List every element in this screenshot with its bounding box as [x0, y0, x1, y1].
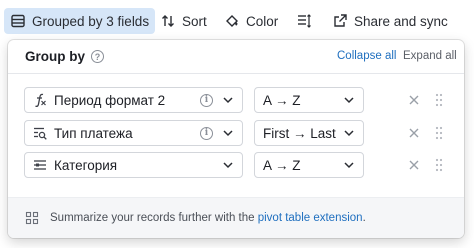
panel-title: Group by ?	[25, 49, 104, 64]
group-field-select[interactable]: Период формат 2 i	[24, 87, 243, 113]
drag-handle-icon[interactable]	[434, 92, 444, 108]
drag-handle-icon[interactable]	[434, 125, 444, 141]
single-select-icon	[32, 157, 48, 173]
pivot-hint-text: Summarize your records further with the …	[50, 212, 366, 224]
divider	[8, 73, 464, 74]
group-row: Тип платежа i First → Last	[8, 120, 464, 146]
sort-button-label: Sort	[182, 13, 207, 29]
row-height-button[interactable]	[296, 8, 318, 34]
pivot-hint-prefix: Summarize your records further with the	[50, 212, 258, 224]
sort-order-select[interactable]: A → Z	[254, 87, 364, 113]
panel-title-text: Group by	[25, 49, 85, 64]
share-icon	[332, 13, 348, 29]
group-button-label: Grouped by 3 fields	[32, 13, 150, 29]
pivot-hint: Summarize your records further with the …	[8, 197, 464, 238]
chevron-down-icon	[222, 127, 234, 139]
share-sync-button[interactable]: Share and sync	[332, 8, 448, 34]
info-icon[interactable]: i	[200, 93, 213, 107]
extension-icon	[25, 211, 39, 225]
sort-order-label: First → Last	[263, 125, 336, 141]
chevron-down-icon	[343, 94, 355, 106]
pivot-hint-suffix: .	[362, 212, 366, 224]
paint-bucket-icon	[224, 13, 240, 29]
row-height-icon	[296, 13, 312, 29]
group-row: Период формат 2 i A → Z	[8, 87, 464, 113]
view-toolbar: Grouped by 3 fields Sort Color Share and…	[0, 0, 474, 40]
chevron-down-icon	[222, 94, 234, 106]
share-button-label: Share and sync	[354, 13, 448, 29]
color-button-label: Color	[246, 13, 279, 29]
group-icon	[10, 13, 26, 29]
close-icon[interactable]	[407, 158, 421, 172]
chevron-down-icon	[343, 159, 355, 171]
lookup-icon	[32, 125, 48, 141]
group-field-select[interactable]: Тип платежа i	[24, 120, 243, 146]
formula-icon	[32, 92, 48, 108]
sort-order-select[interactable]: First → Last	[254, 120, 364, 146]
chevron-down-icon	[343, 127, 355, 139]
color-button[interactable]: Color	[224, 8, 278, 34]
sort-button[interactable]: Sort	[160, 8, 207, 34]
group-button[interactable]: Grouped by 3 fields	[4, 8, 156, 34]
expand-all-link[interactable]: Expand all	[403, 50, 457, 62]
chevron-down-icon	[222, 159, 234, 171]
group-field-label: Тип платежа	[54, 125, 133, 141]
sort-order-select[interactable]: A → Z	[254, 152, 364, 178]
group-by-panel: Group by ? Collapse all Expand all Перио…	[8, 40, 464, 238]
group-field-label: Период формат 2	[54, 92, 166, 108]
collapse-all-link[interactable]: Collapse all	[337, 50, 396, 62]
close-icon[interactable]	[407, 93, 421, 107]
drag-handle-icon[interactable]	[434, 157, 444, 173]
help-icon[interactable]: ?	[91, 50, 104, 63]
sort-icon	[160, 13, 176, 29]
group-field-label: Категория	[54, 157, 118, 173]
info-icon[interactable]: i	[200, 126, 213, 140]
group-row: Категория A → Z	[8, 152, 464, 178]
group-field-select[interactable]: Категория	[24, 152, 243, 178]
pivot-table-extension-link[interactable]: pivot table extension	[258, 212, 363, 224]
close-icon[interactable]	[407, 126, 421, 140]
sort-order-label: A → Z	[263, 157, 301, 173]
sort-order-label: A → Z	[263, 92, 301, 108]
